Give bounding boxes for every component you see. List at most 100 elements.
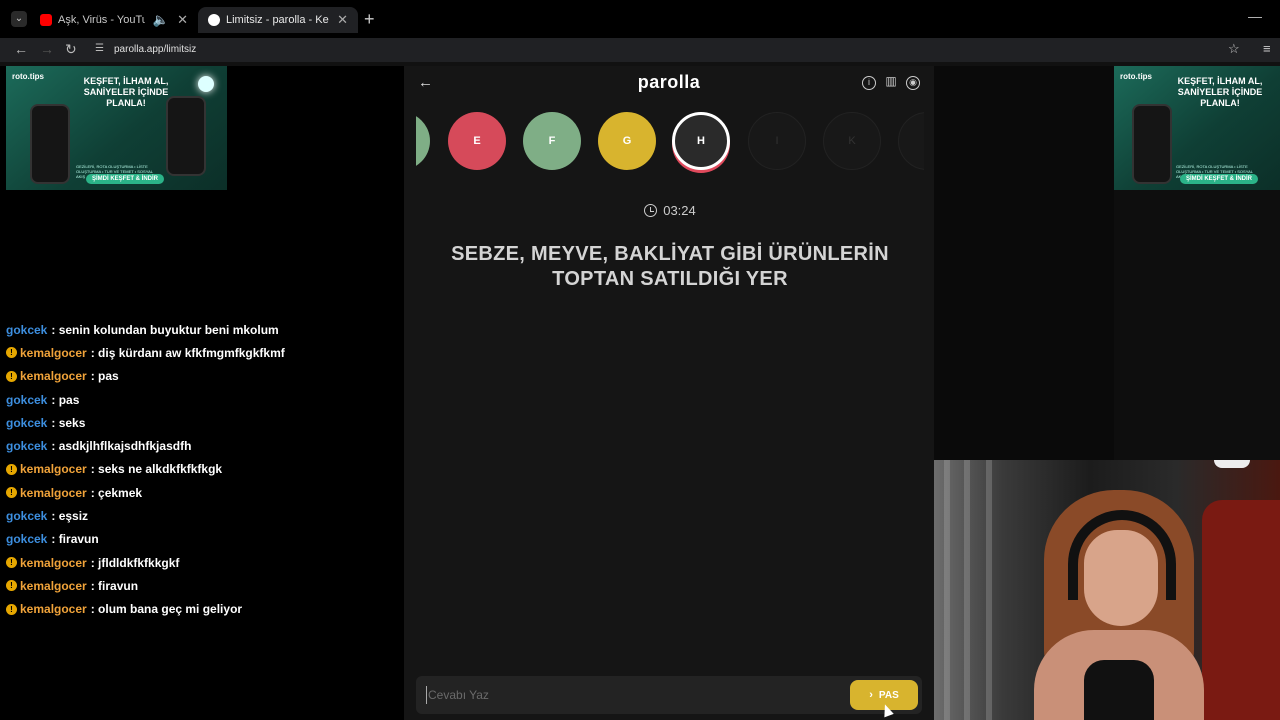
question-text: SEBZE, MEYVE, BAKLİYAT GİBİ ÜRÜNLERİN TO… [451, 243, 889, 290]
site-info-icon[interactable]: ☰ [95, 44, 105, 54]
stats-icon[interactable]: ▥ [884, 75, 898, 90]
chat-message: ! kemalgocer: olum bana geç mi geliyor [6, 598, 326, 621]
profile-icon[interactable]: ◉ [906, 76, 920, 90]
moderator-badge-icon: ! [6, 487, 17, 499]
chat-username[interactable]: kemalgocer [20, 556, 87, 570]
close-tab-icon[interactable]: ✕ [337, 12, 348, 28]
new-tab-icon[interactable]: + [364, 9, 375, 29]
address-bar[interactable]: parolla.app/limitsiz [114, 44, 196, 55]
chat-username[interactable]: kemalgocer [20, 486, 87, 500]
chat-message: ! kemalgocer: jfldldkfkfkkgkf [6, 551, 326, 574]
ad-glow-icon [198, 76, 214, 92]
ad-phone-image [30, 104, 70, 184]
reload-icon[interactable]: ↻ [65, 41, 77, 57]
curtain [964, 460, 970, 720]
ad-banner-right[interactable]: roto.tips KEŞFET, İLHAM AL, SANİYELER İÇ… [1114, 66, 1280, 190]
ad-brand: roto.tips [1120, 72, 1152, 81]
chat-username[interactable]: kemalgocer [20, 579, 87, 593]
ad-column [1114, 190, 1280, 460]
chat-username[interactable]: gokcek [6, 509, 47, 523]
ad-phone-image [1132, 104, 1172, 184]
chevron-right-icon: › [869, 689, 873, 701]
page-title: parolla [637, 72, 701, 92]
chat-username[interactable]: kemalgocer [20, 346, 87, 360]
pass-label: PAS [878, 689, 899, 701]
chat-message: gokcek : seks [6, 411, 326, 434]
youtube-icon [40, 14, 52, 26]
chat-log: gokcek : senin kolundan buyuktur beni mko… [6, 318, 326, 621]
chat-text: : pas [51, 392, 80, 407]
clock-icon [644, 204, 658, 217]
close-tab-icon[interactable]: ✕ [177, 12, 188, 28]
moderator-badge-icon: ! [6, 347, 17, 359]
chat-username[interactable]: gokcek [6, 393, 47, 407]
letter-circle-g: G [598, 112, 656, 170]
ad-headline: KEŞFET, İLHAM AL, SANİYELER İÇİNDE PLANL… [1177, 76, 1263, 108]
chat-message: ! kemalgocer: pas [6, 365, 326, 388]
chat-message: ! kemalgocer: seks ne alkdkfkfkfkgk [6, 458, 326, 481]
chat-text: : asdkjlhflkajsdhfkjasdfh [51, 439, 192, 454]
letter-circle-e: E [448, 112, 506, 170]
letter-circle-l: L [898, 112, 924, 170]
ad-cta-button[interactable]: ŞİMDİ KEŞFET & İNDİR [86, 174, 165, 184]
chat-text: : pas [90, 369, 119, 384]
minimize-icon[interactable]: — [1248, 8, 1262, 24]
ad-phone-image [166, 96, 206, 176]
ad-cta-button[interactable]: ŞİMDİ KEŞFET & İNDİR [1180, 174, 1259, 184]
letter-circle-h: H [672, 112, 730, 170]
reading-list-icon[interactable]: ≡ [1263, 41, 1271, 56]
timer: 03:24 [620, 203, 720, 218]
ad-brand: roto.tips [12, 72, 44, 81]
answer-input[interactable] [426, 686, 836, 704]
chat-username[interactable]: kemalgocer [20, 462, 87, 476]
chat-message: gokcek : asdkjlhflkajsdhfkjasdfh [6, 434, 326, 457]
tab-youtube[interactable]: Aşk, Virüs - YouTube 🔈 ✕ [30, 7, 198, 33]
moderator-badge-icon: ! [6, 463, 17, 475]
tab-title: Aşk, Virüs - YouTube [58, 14, 145, 26]
chat-message: gokcek: firavun [6, 528, 326, 551]
back-arrow-icon[interactable]: ← [418, 74, 433, 91]
chat-text: : seks [51, 415, 86, 430]
chat-text: : olum bana geç mi geliyor [90, 602, 243, 617]
chat-username[interactable]: gokcek [6, 323, 47, 337]
chat-username[interactable]: kemalgocer [20, 602, 87, 616]
chat-username[interactable]: kemalgocer [20, 369, 87, 383]
chat-message: gokcek : eşsiz [6, 504, 326, 527]
info-icon[interactable]: i [862, 76, 876, 90]
letter-circle-f: F [523, 112, 581, 170]
letter-wheel: DEFGHIKL [416, 106, 924, 178]
chat-message: ! kemalgocer: diş kürdanı aw kfkfmgmfkgkf… [6, 341, 326, 364]
streamer-top [1084, 660, 1154, 720]
tab-title: Limitsiz - parolla - Kelime o [226, 14, 329, 26]
timer-value: 03:24 [663, 203, 696, 218]
chat-text: : diş kürdanı aw kfkfmgmfkgkfkmf [90, 345, 285, 360]
chat-message: gokcek : pas [6, 388, 326, 411]
chat-username[interactable]: gokcek [6, 416, 47, 430]
moderator-badge-icon: ! [6, 370, 17, 382]
chat-username[interactable]: gokcek [6, 532, 47, 546]
tab-search-button[interactable]: ⌄ [11, 11, 27, 27]
chat-text: : çekmek [90, 485, 143, 500]
chat-text: : seks ne alkdkfkfkfkgk [90, 462, 223, 477]
tab-parolla[interactable]: Limitsiz - parolla - Kelime o ✕ [198, 7, 358, 33]
chat-username[interactable]: gokcek [6, 439, 47, 453]
ring-light [1214, 460, 1250, 468]
letter-circle-k: K [823, 112, 881, 170]
chat-text: : firavun [90, 578, 139, 593]
parolla-icon [208, 14, 220, 26]
ad-banner-left[interactable]: roto.tips KEŞFET, İLHAM AL, SANİYELER İÇ… [6, 66, 227, 190]
chat-text: : eşsiz [51, 509, 89, 524]
webcam-overlay [934, 460, 1280, 720]
audio-icon[interactable]: 🔈 [153, 12, 169, 28]
forward-icon[interactable]: → [40, 41, 54, 57]
back-icon[interactable]: ← [14, 41, 28, 57]
chat-message: ! kemalgocer: firavun [6, 574, 326, 597]
chat-text: : senin kolundan buyuktur beni mkolum [51, 322, 279, 337]
curtain [986, 460, 992, 720]
bookmark-star-icon[interactable]: ☆ [1228, 41, 1240, 57]
moderator-badge-icon: ! [6, 557, 17, 569]
moderator-badge-icon: ! [6, 603, 17, 615]
page-margin [934, 66, 1114, 460]
letter-circle-d: D [416, 112, 430, 170]
curtain [944, 460, 950, 720]
